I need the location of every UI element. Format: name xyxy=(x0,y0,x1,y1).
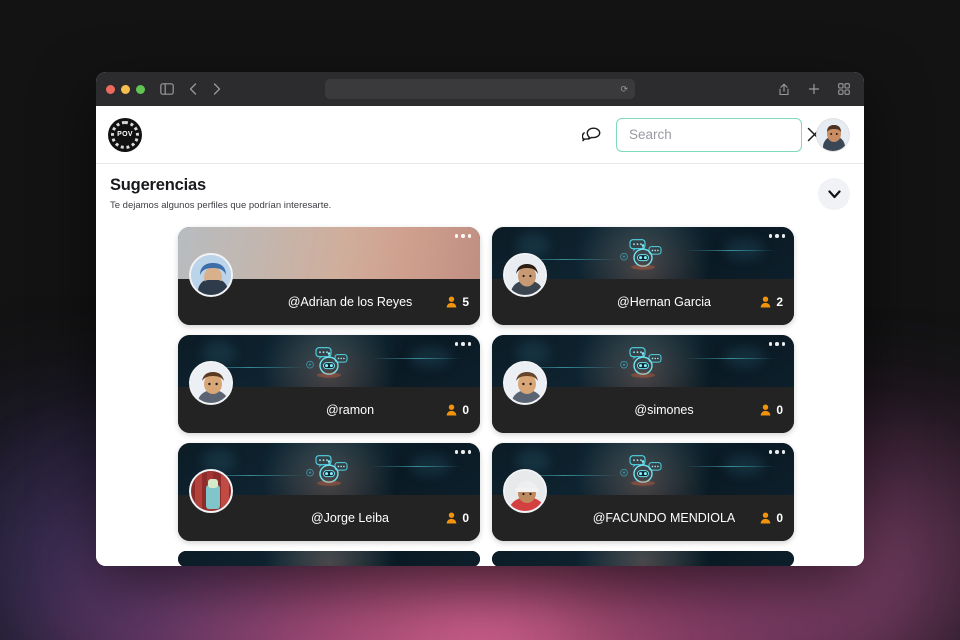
card-avatar[interactable] xyxy=(189,361,233,405)
card-handle: @Jorge Leiba xyxy=(310,511,389,525)
card-more-options-icon[interactable] xyxy=(454,450,471,454)
card-handle: @Hernan Garcia xyxy=(617,295,711,309)
card-more-options-icon[interactable] xyxy=(768,450,785,454)
person-icon xyxy=(447,512,457,524)
window-controls[interactable] xyxy=(106,84,145,94)
app-header: POV xyxy=(96,106,864,164)
followers-badge: 2 xyxy=(760,295,783,309)
card-avatar[interactable] xyxy=(503,361,547,405)
person-icon xyxy=(447,404,457,416)
profile-card[interactable]: @ramon 0 xyxy=(178,335,480,433)
followers-badge: 0 xyxy=(760,511,783,525)
card-handle: @Adrian de los Reyes xyxy=(287,295,413,309)
suggestions-grid: @Adrian de los Reyes 5 @Hernan Garcia 2 @ram… xyxy=(96,215,864,541)
reload-icon[interactable]: ⟳ xyxy=(620,84,628,94)
person-icon xyxy=(761,512,771,524)
person-icon xyxy=(447,296,457,308)
minimize-window-button[interactable] xyxy=(121,84,130,94)
close-window-button[interactable] xyxy=(106,84,115,94)
followers-count: 2 xyxy=(776,295,783,309)
card-handle: @FACUNDO MENDIOLA xyxy=(592,511,736,525)
card-avatar[interactable] xyxy=(189,253,233,297)
forward-icon[interactable] xyxy=(207,79,227,99)
profile-card[interactable]: @Adrian de los Reyes 5 xyxy=(178,227,480,325)
page-subtitle: Te dejamos algunos perfiles que podrían … xyxy=(110,200,332,211)
pov-logo[interactable]: POV xyxy=(108,117,142,152)
tab-overview-icon[interactable] xyxy=(834,79,854,99)
followers-badge: 0 xyxy=(446,511,469,525)
header-actions xyxy=(582,117,850,152)
search-input[interactable] xyxy=(629,127,806,142)
person-icon xyxy=(761,404,771,416)
card-more-options-icon[interactable] xyxy=(454,342,471,346)
card-more-options-icon[interactable] xyxy=(454,234,471,238)
page-heading-row: Sugerencias Te dejamos algunos perfiles … xyxy=(96,164,864,215)
person-icon xyxy=(761,296,771,308)
followers-count: 0 xyxy=(776,511,783,525)
logo-text: POV xyxy=(117,131,133,138)
card-handle: @ramon xyxy=(325,403,375,417)
navigation-buttons[interactable] xyxy=(183,79,227,99)
share-icon[interactable] xyxy=(774,79,794,99)
followers-badge: 0 xyxy=(446,403,469,417)
profile-card[interactable]: @Hernan Garcia 2 xyxy=(492,227,794,325)
suggestions-grid-next-row xyxy=(96,551,864,566)
profile-card[interactable] xyxy=(178,551,480,566)
address-bar[interactable]: ⟳ xyxy=(325,79,635,99)
card-banner xyxy=(178,551,480,566)
collapse-section-button[interactable] xyxy=(818,178,850,210)
back-icon[interactable] xyxy=(183,79,203,99)
card-more-options-icon[interactable] xyxy=(768,342,785,346)
card-handle: @simones xyxy=(634,403,694,417)
avatar[interactable] xyxy=(816,117,850,152)
card-avatar[interactable] xyxy=(503,253,547,297)
followers-badge: 0 xyxy=(760,403,783,417)
new-tab-icon[interactable] xyxy=(804,79,824,99)
web-app-viewport: POV Search Sugerencias Te dejamos alguno… xyxy=(96,106,864,566)
card-avatar[interactable] xyxy=(189,469,233,513)
card-avatar[interactable] xyxy=(503,469,547,513)
profile-card[interactable] xyxy=(492,551,794,566)
chevron-down-icon xyxy=(827,189,841,198)
card-more-options-icon[interactable] xyxy=(768,234,785,238)
page-heading-text: Sugerencias Te dejamos algunos perfiles … xyxy=(110,176,331,211)
followers-count: 0 xyxy=(462,403,469,417)
followers-count: 5 xyxy=(462,295,469,309)
page-title: Sugerencias xyxy=(110,176,206,194)
card-banner xyxy=(492,551,794,566)
browser-toolbar: ⟳ xyxy=(96,72,864,106)
maximize-window-button[interactable] xyxy=(136,84,145,94)
followers-count: 0 xyxy=(776,403,783,417)
profile-card[interactable]: @FACUNDO MENDIOLA 0 xyxy=(492,443,794,541)
chat-bubbles-icon[interactable] xyxy=(582,126,602,144)
profile-card[interactable]: @simones 0 xyxy=(492,335,794,433)
followers-badge: 5 xyxy=(446,295,469,309)
browser-window: ⟳ POV Search Sugerencias Te dejamos algu… xyxy=(96,72,864,566)
browser-actions xyxy=(774,79,854,99)
sidebar-icon[interactable] xyxy=(157,79,177,99)
followers-count: 0 xyxy=(462,511,469,525)
search-box[interactable] xyxy=(616,117,822,152)
profile-card[interactable]: @Jorge Leiba 0 xyxy=(178,443,480,541)
